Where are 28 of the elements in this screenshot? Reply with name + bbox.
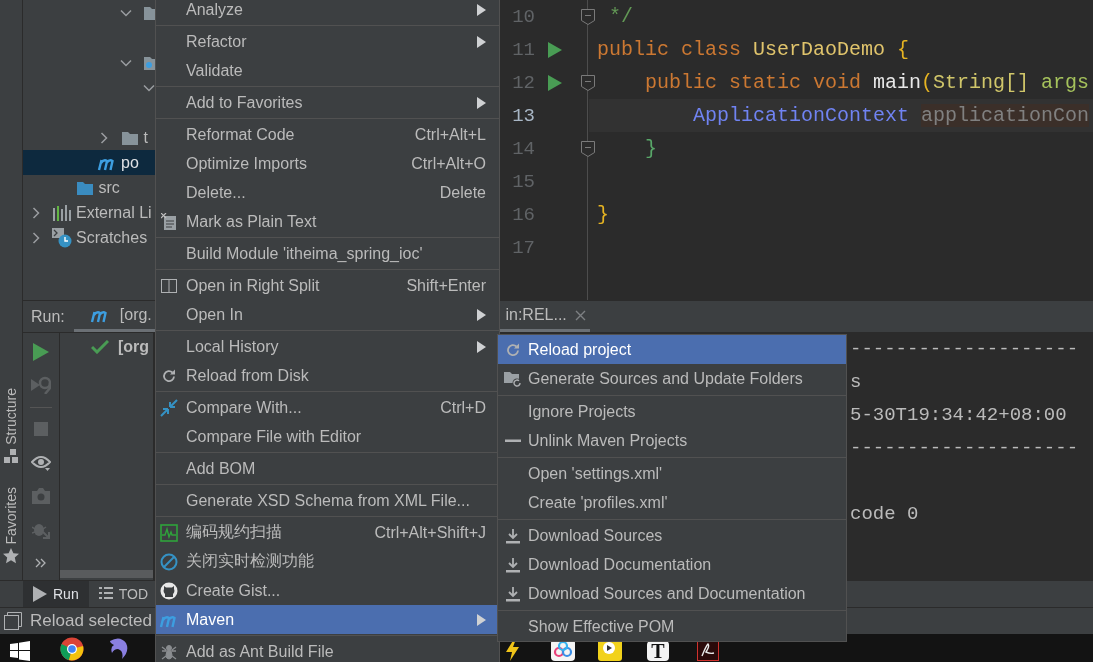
console-line: code 0 — [850, 502, 919, 527]
line-number: 16 — [511, 203, 535, 226]
line-number: 11 — [511, 38, 535, 61]
tab-title: in:REL... — [505, 306, 567, 324]
tab-title: [org. — [119, 306, 152, 324]
console-line: s — [850, 370, 862, 395]
code-line: } — [596, 202, 610, 228]
status-text: Reload selected — [30, 611, 152, 631]
code-line: */ — [608, 4, 634, 30]
shortcut-label: Shift+Enter — [405, 276, 486, 295]
code-line: public static void main(String[] args — [644, 70, 1091, 96]
line-number: 10 — [511, 5, 535, 28]
shortcut-label: Ctrl+Alt+O — [410, 154, 486, 173]
shortcut-label: Ctrl+D — [439, 398, 486, 417]
line-number: 13 — [511, 104, 535, 127]
console-line: 5-30T19:34:42+08:00 — [850, 403, 1067, 428]
line-number: 17 — [511, 236, 535, 259]
line-number: 12 — [511, 71, 535, 94]
line-number: 15 — [511, 170, 535, 193]
shortcut-label: Delete — [438, 183, 486, 202]
code-line: } — [644, 136, 658, 162]
run-panel-label: Run: — [30, 307, 65, 326]
line-number: 14 — [511, 137, 535, 160]
console-line: -------------------- — [850, 337, 1079, 362]
code-line: public class UserDaoDemo { — [596, 37, 911, 63]
console-line: -------------------- — [850, 436, 1079, 461]
shortcut-label: Ctrl+Alt+L — [413, 125, 486, 144]
shortcut-label: Ctrl+Alt+Shift+J — [373, 523, 486, 542]
